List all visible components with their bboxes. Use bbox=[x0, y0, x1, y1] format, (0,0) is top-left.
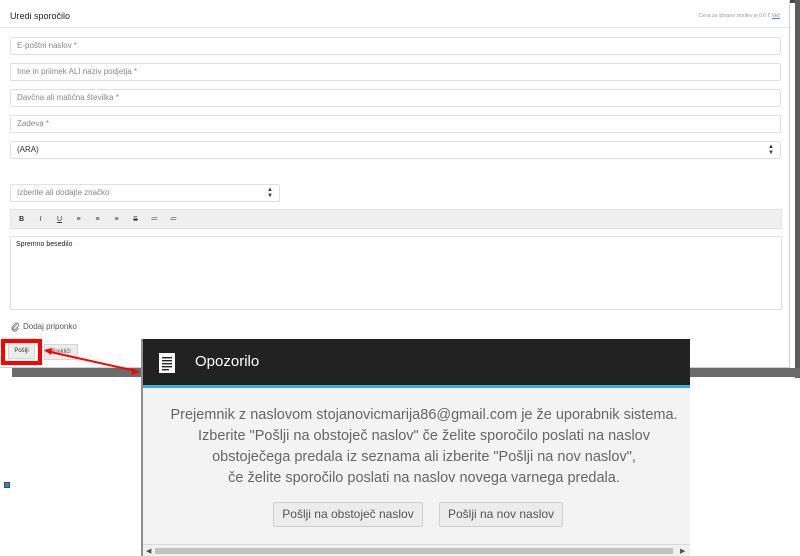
send-new-address-button[interactable]: Pošlji na nov naslov bbox=[439, 502, 563, 527]
scroll-left-icon[interactable]: ◀ bbox=[146, 547, 151, 555]
small-marker-icon bbox=[4, 482, 10, 488]
modal-title: Opozorilo bbox=[195, 353, 260, 370]
modal-message-line: če želite sporočilo poslati na naslov no… bbox=[228, 470, 620, 486]
modal-message-line: Izberite "Pošlji na obstoječ naslov" če … bbox=[198, 428, 650, 444]
modal-header: Opozorilo bbox=[143, 339, 690, 385]
send-existing-address-button[interactable]: Pošlji na obstoječ naslov bbox=[273, 502, 423, 527]
modal-message-line: obstoječega predala iz seznama ali izber… bbox=[212, 449, 636, 465]
modal-message-line: Prejemnik z naslovom stojanovicmarija86@… bbox=[170, 407, 678, 423]
horizontal-scrollbar[interactable]: ◀ ▶ bbox=[143, 544, 690, 556]
warning-modal: Opozorilo Prejemnik z naslovom stojanovi… bbox=[141, 339, 690, 556]
scrollbar-thumb[interactable] bbox=[155, 548, 673, 554]
document-icon bbox=[159, 353, 175, 373]
modal-accent-bar bbox=[143, 385, 690, 388]
modal-message: Prejemnik z naslovom stojanovicmarija86@… bbox=[151, 405, 690, 489]
scroll-right-icon[interactable]: ▶ bbox=[680, 547, 685, 555]
